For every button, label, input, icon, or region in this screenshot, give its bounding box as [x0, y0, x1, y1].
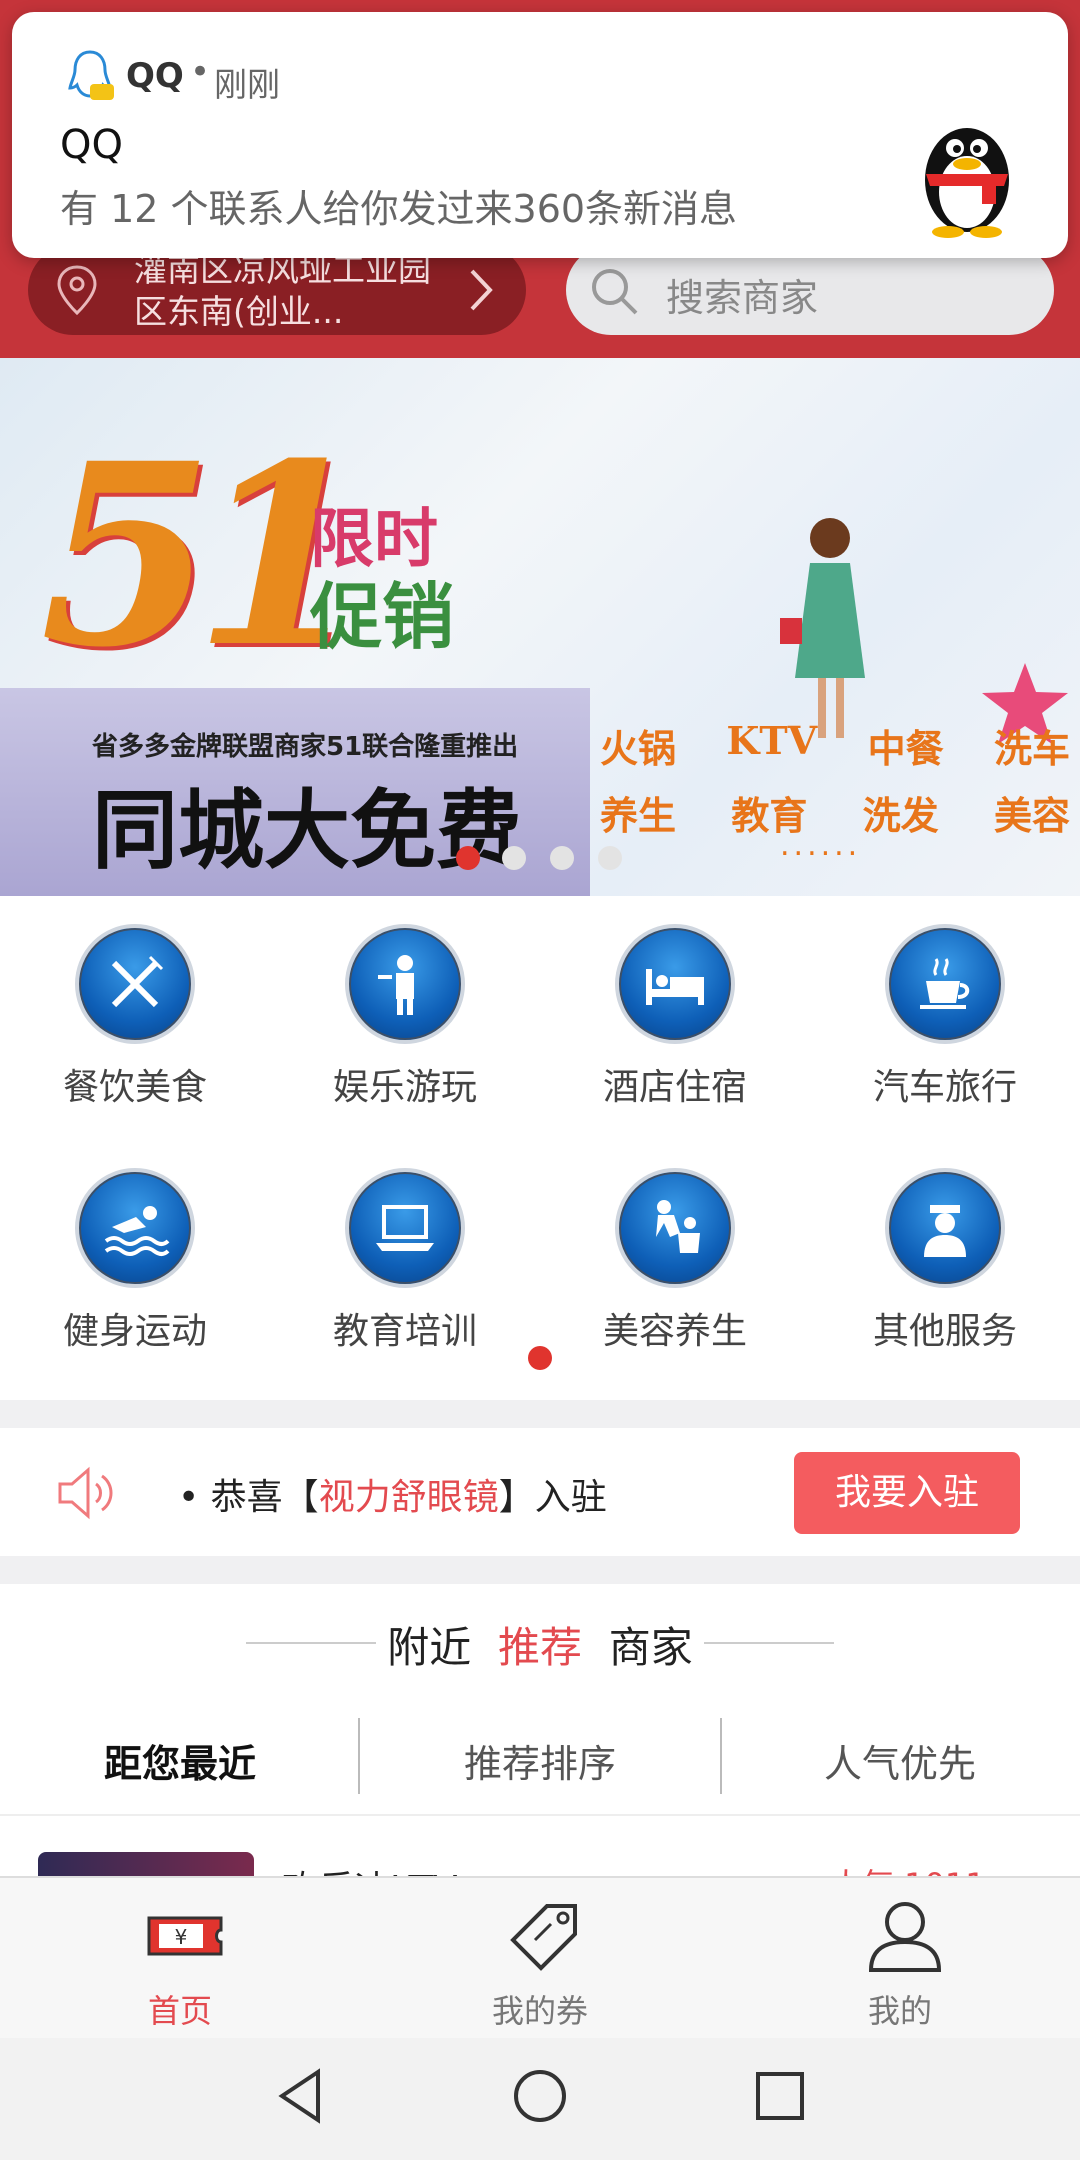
banner-headline: 同城大免费: [92, 780, 522, 881]
category-education[interactable]: 教育培训: [270, 1168, 540, 1354]
location-pin-icon: [57, 265, 97, 316]
speaker-icon: [58, 1466, 113, 1520]
banner-dot-3[interactable]: [550, 846, 574, 870]
ticket-yen-icon: ¥: [147, 1916, 223, 1956]
recents-icon[interactable]: [750, 2066, 810, 2126]
sort-recommended[interactable]: 推荐排序: [360, 1714, 720, 1814]
banner-category-item: KTV: [726, 718, 818, 763]
bottom-navigation: ¥ 首页 我的券 我的: [0, 1876, 1080, 2040]
home-icon[interactable]: [510, 2066, 570, 2126]
join-button[interactable]: 我要入驻: [794, 1452, 1020, 1534]
nav-coupons[interactable]: 我的券: [360, 1878, 720, 2040]
banner-dot-1[interactable]: [456, 846, 480, 870]
merchant-list-item[interactable]: 欢乐迪KTV 人气 1011: [0, 1814, 1080, 1882]
banner-category-item: 洗发: [862, 793, 939, 838]
person-icon: [868, 1902, 942, 1972]
laptop-icon: [345, 1168, 465, 1288]
category-label: 美容养生: [602, 1311, 747, 1352]
nav-label: 我的: [867, 1992, 932, 2030]
sort-popular[interactable]: 人气优先: [720, 1714, 1080, 1814]
category-page-dot[interactable]: [528, 1346, 552, 1370]
banner-category-item: 养生: [600, 793, 677, 838]
banner-ellipsis: ......: [780, 828, 862, 863]
swimming-icon: [75, 1168, 195, 1288]
waiter-icon: [345, 924, 465, 1044]
banner-woman-illustration: [780, 518, 865, 738]
search-input[interactable]: 搜索商家: [566, 245, 1054, 335]
system-navigation-bar: [0, 2038, 1080, 2160]
category-label: 酒店住宿: [602, 1067, 747, 1108]
category-beauty[interactable]: 美容养生: [540, 1168, 810, 1354]
bed-icon: [615, 924, 735, 1044]
search-placeholder: 搜索商家: [666, 276, 819, 320]
svg-text:¥: ¥: [175, 1925, 188, 1949]
tag-icon: [510, 1904, 577, 1971]
category-label: 健身运动: [62, 1311, 207, 1352]
banner-tag-line2: 促销: [310, 574, 455, 659]
announcement-text: • 恭喜【视力舒眼镜】入驻: [178, 1477, 607, 1518]
back-icon[interactable]: [270, 2066, 330, 2126]
massage-icon: [615, 1168, 735, 1288]
location-selector[interactable]: 灌南区凉风垭工业园区东南(创业...: [28, 245, 526, 335]
announcement-merchant: 视力舒眼镜: [318, 1477, 499, 1518]
location-text: 灌南区凉风垭工业园区东南(创业...: [134, 250, 431, 331]
category-label: 娱乐游玩: [332, 1067, 477, 1108]
banner-big-number: 51: [40, 408, 368, 702]
category-other[interactable]: 其他服务: [810, 1168, 1080, 1354]
category-fitness[interactable]: 健身运动: [0, 1168, 270, 1354]
promo-banner[interactable]: 51 限时 促销 省多多金牌联盟商家51联合隆重推出 同城大免费 火锅 KTV 中餐…: [0, 358, 1080, 896]
search-icon: [592, 269, 638, 315]
category-label: 教育培训: [332, 1311, 477, 1352]
category-dining[interactable]: 餐饮美食: [0, 924, 270, 1110]
banner-category-item: 洗车: [993, 726, 1070, 771]
category-label: 其他服务: [872, 1311, 1017, 1352]
concierge-icon: [885, 1168, 1005, 1288]
sort-nearest[interactable]: 距您最近: [0, 1714, 360, 1814]
fork-knife-icon: [75, 924, 195, 1044]
notification-app-name: QQ: [126, 56, 184, 96]
announcement-bar: • 恭喜【视力舒眼镜】入驻 我要入驻: [0, 1428, 1080, 1556]
notification-message: 有 12 个联系人给你发过来360条新消息: [60, 187, 738, 231]
category-entertainment[interactable]: 娱乐游玩: [270, 924, 540, 1110]
category-grid: 餐饮美食 娱乐游玩 酒店住宿 汽车旅行 健身运动 教育培训 美容养生 其他服务: [0, 896, 1080, 1400]
banner-dot-4[interactable]: [598, 846, 622, 870]
qq-app-icon: [68, 50, 114, 100]
category-label: 汽车旅行: [872, 1067, 1017, 1108]
notification-separator: •: [190, 52, 211, 92]
nav-label: 我的券: [491, 1992, 588, 2030]
nav-profile[interactable]: 我的: [720, 1878, 1080, 2040]
category-hotel[interactable]: 酒店住宿: [540, 924, 810, 1110]
banner-category-item: 美容: [993, 793, 1070, 838]
notification-time: 刚刚: [214, 65, 280, 104]
banner-subtitle: 省多多金牌联盟商家51联合隆重推出: [92, 732, 519, 762]
banner-category-item: 火锅: [600, 726, 677, 771]
nav-label: 首页: [147, 1992, 212, 2030]
nav-home[interactable]: ¥ 首页: [0, 1878, 360, 2040]
notification-title: QQ: [60, 122, 123, 168]
nearby-title: 附近 推荐 商家: [387, 1623, 693, 1672]
banner-category-item: 中餐: [867, 726, 944, 771]
category-travel[interactable]: 汽车旅行: [810, 924, 1080, 1110]
banner-dot-2[interactable]: [502, 846, 526, 870]
qq-penguin-icon: [925, 128, 1009, 238]
qq-notification[interactable]: QQ • 刚刚 QQ 有 12 个联系人给你发过来360条新消息: [12, 12, 1068, 258]
chevron-right-icon: [470, 269, 493, 311]
category-label: 餐饮美食: [62, 1067, 207, 1108]
coffee-cup-icon: [885, 924, 1005, 1044]
